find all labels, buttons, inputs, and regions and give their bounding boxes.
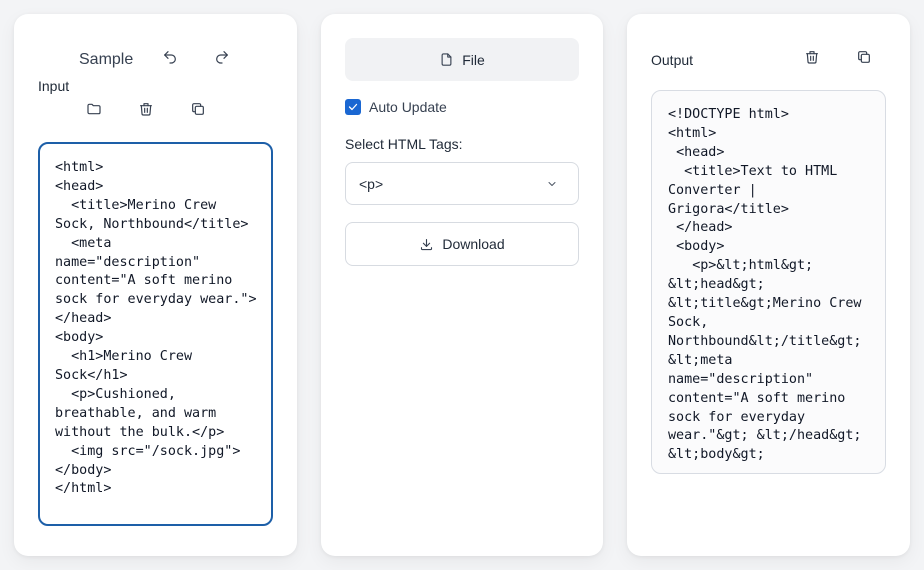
download-button-label: Download bbox=[442, 236, 505, 252]
html-tag-select[interactable]: <p> bbox=[345, 162, 579, 205]
file-icon bbox=[441, 53, 452, 66]
auto-update-label[interactable]: Auto Update bbox=[369, 99, 447, 115]
chevron-down-icon bbox=[548, 181, 556, 186]
output-panel: Output <!DOCTYPE html> <html> <head> <ti… bbox=[627, 14, 910, 556]
download-icon bbox=[421, 238, 433, 250]
auto-update-checkbox[interactable] bbox=[345, 99, 361, 115]
trash-icon[interactable] bbox=[799, 44, 825, 70]
undo-icon[interactable] bbox=[157, 44, 183, 70]
auto-update-row: Auto Update bbox=[345, 99, 447, 115]
controls-panel: File Auto Update Select HTML Tags: <p> D… bbox=[321, 14, 603, 556]
copy-icon[interactable] bbox=[851, 44, 877, 70]
copy-icon[interactable] bbox=[185, 96, 211, 122]
file-button[interactable]: File bbox=[345, 38, 579, 81]
file-button-label: File bbox=[462, 51, 485, 68]
sample-button[interactable]: Sample bbox=[79, 51, 133, 69]
select-tags-label: Select HTML Tags: bbox=[345, 136, 463, 152]
output-label: Output bbox=[651, 52, 694, 68]
folder-icon[interactable] bbox=[81, 96, 107, 122]
input-editor[interactable]: <html> <head> <title>Merino Crew Sock, N… bbox=[38, 142, 273, 526]
checkmark-icon bbox=[348, 103, 358, 111]
download-button[interactable]: Download bbox=[345, 222, 579, 266]
input-label: Input bbox=[38, 78, 70, 94]
trash-icon[interactable] bbox=[133, 96, 159, 122]
redo-icon[interactable] bbox=[209, 44, 235, 70]
selected-tag-value: <p> bbox=[359, 175, 384, 192]
input-panel: Sample Input <html> <head> <title>Merino… bbox=[14, 14, 297, 556]
output-view[interactable]: <!DOCTYPE html> <html> <head> <title>Tex… bbox=[651, 90, 886, 474]
